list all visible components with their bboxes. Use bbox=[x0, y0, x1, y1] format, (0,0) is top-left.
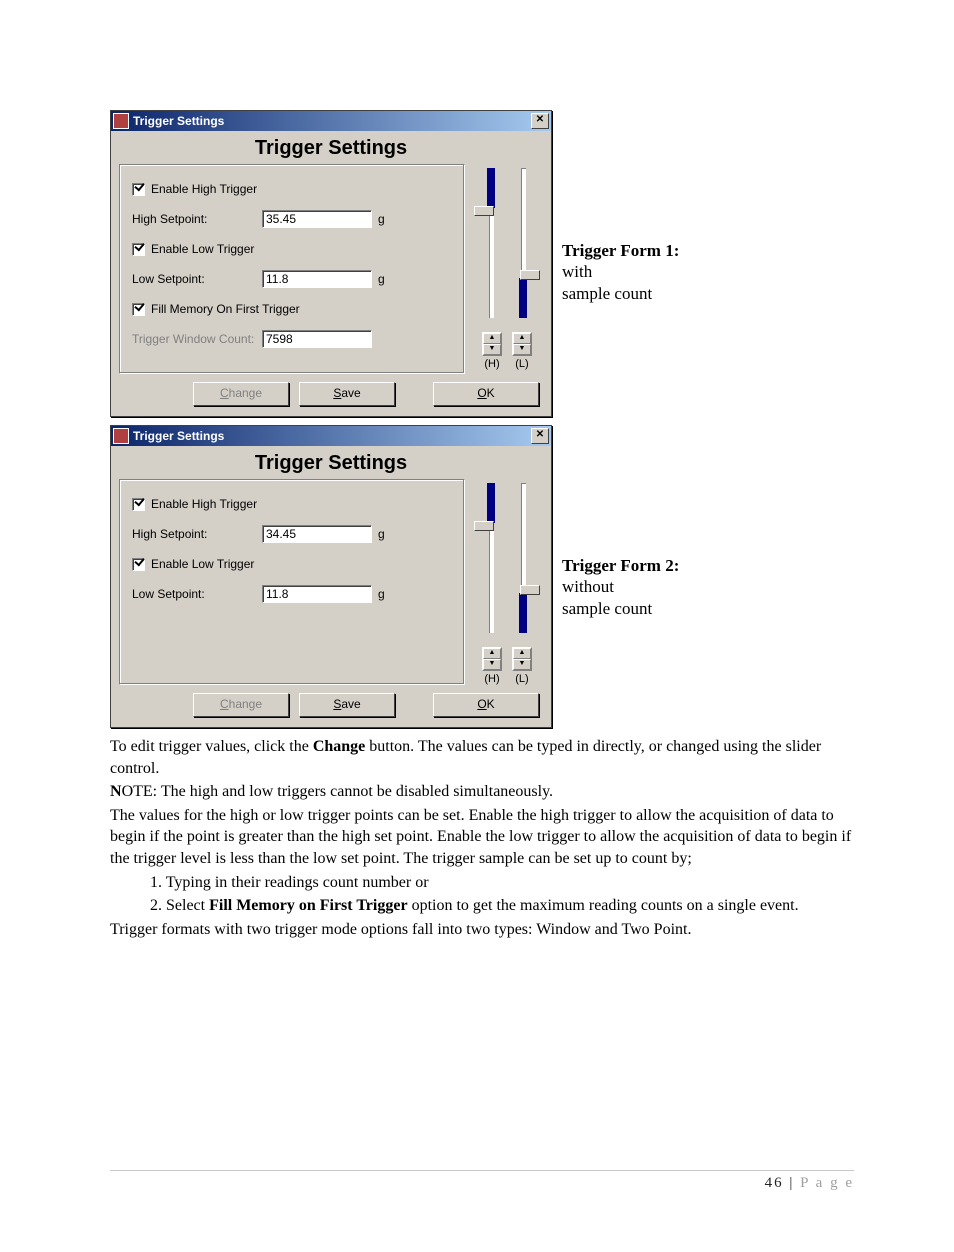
checkbox-icon bbox=[132, 498, 145, 511]
checkbox-icon bbox=[132, 558, 145, 571]
change-button[interactable]: Change bbox=[193, 693, 289, 717]
trigger-group: Enable High Trigger High Setpoint: g Ena… bbox=[119, 479, 465, 685]
spin-down-icon[interactable]: ▼ bbox=[483, 659, 501, 670]
close-button[interactable]: ✕ bbox=[531, 113, 549, 129]
slider-panel: ▲ ▼ ▲ ▼ (H) (L) bbox=[471, 164, 543, 374]
page-number: 46 | P a g e bbox=[110, 1175, 854, 1192]
enable-low-label: Enable Low Trigger bbox=[151, 242, 254, 256]
low-slider[interactable] bbox=[512, 483, 534, 633]
spin-down-icon[interactable]: ▼ bbox=[483, 344, 501, 355]
app-icon bbox=[113, 428, 129, 444]
low-setpoint-label: Low Setpoint: bbox=[132, 272, 262, 286]
spin-up-icon[interactable]: ▲ bbox=[513, 333, 531, 344]
trigger-settings-dialog-1: Trigger Settings ✕ Trigger Settings Enab… bbox=[110, 110, 552, 417]
slider-thumb-icon[interactable] bbox=[474, 206, 494, 216]
fill-memory-checkbox[interactable]: Fill Memory On First Trigger bbox=[132, 302, 300, 316]
unit-label: g bbox=[378, 527, 385, 541]
app-icon bbox=[113, 113, 129, 129]
high-spin[interactable]: ▲ ▼ bbox=[482, 332, 502, 356]
unit-label: g bbox=[378, 212, 385, 226]
enable-high-trigger-checkbox[interactable]: Enable High Trigger bbox=[132, 182, 257, 196]
high-setpoint-input[interactable] bbox=[262, 525, 372, 543]
spin-up-icon[interactable]: ▲ bbox=[483, 648, 501, 659]
save-button[interactable]: Save bbox=[299, 382, 395, 406]
footer-divider bbox=[110, 1170, 854, 1171]
enable-low-label: Enable Low Trigger bbox=[151, 557, 254, 571]
enable-high-trigger-checkbox[interactable]: Enable High Trigger bbox=[132, 497, 257, 511]
unit-label: g bbox=[378, 587, 385, 601]
spin-down-icon[interactable]: ▼ bbox=[513, 344, 531, 355]
trigger-group: Enable High Trigger High Setpoint: g Ena… bbox=[119, 164, 465, 374]
ok-button[interactable]: OK bbox=[433, 382, 539, 406]
high-setpoint-label: High Setpoint: bbox=[132, 212, 262, 226]
window-title: Trigger Settings bbox=[133, 429, 531, 443]
checkbox-icon bbox=[132, 303, 145, 316]
enable-low-trigger-checkbox[interactable]: Enable Low Trigger bbox=[132, 557, 254, 571]
trigger-settings-dialog-2: Trigger Settings ✕ Trigger Settings Enab… bbox=[110, 425, 552, 728]
low-spin[interactable]: ▲ ▼ bbox=[512, 647, 532, 671]
low-setpoint-input[interactable] bbox=[262, 270, 372, 288]
unit-label: g bbox=[378, 272, 385, 286]
spin-l-label: (L) bbox=[512, 358, 532, 370]
dialog-heading: Trigger Settings bbox=[111, 446, 551, 479]
dialog-heading: Trigger Settings bbox=[111, 131, 551, 164]
spin-h-label: (H) bbox=[482, 358, 502, 370]
fill-memory-label: Fill Memory On First Trigger bbox=[151, 302, 300, 316]
form1-caption: Trigger Form 1: with sample count bbox=[562, 240, 679, 304]
enable-high-label: Enable High Trigger bbox=[151, 497, 257, 511]
slider-panel: ▲ ▼ ▲ ▼ (H) (L) bbox=[471, 479, 543, 685]
checkbox-icon bbox=[132, 243, 145, 256]
slider-thumb-icon[interactable] bbox=[474, 521, 494, 531]
spin-up-icon[interactable]: ▲ bbox=[483, 333, 501, 344]
trigger-window-count-label: Trigger Window Count: bbox=[132, 332, 262, 346]
close-button[interactable]: ✕ bbox=[531, 428, 549, 444]
high-slider[interactable] bbox=[480, 483, 502, 633]
slider-thumb-icon[interactable] bbox=[520, 585, 540, 595]
high-setpoint-label: High Setpoint: bbox=[132, 527, 262, 541]
body-text: To edit trigger values, click the Change… bbox=[110, 736, 854, 940]
high-slider[interactable] bbox=[480, 168, 502, 318]
change-button[interactable]: Change bbox=[193, 382, 289, 406]
enable-high-label: Enable High Trigger bbox=[151, 182, 257, 196]
window-title: Trigger Settings bbox=[133, 114, 531, 128]
ok-button[interactable]: OK bbox=[433, 693, 539, 717]
spin-down-icon[interactable]: ▼ bbox=[513, 659, 531, 670]
low-setpoint-input[interactable] bbox=[262, 585, 372, 603]
high-setpoint-input[interactable] bbox=[262, 210, 372, 228]
high-spin[interactable]: ▲ ▼ bbox=[482, 647, 502, 671]
titlebar[interactable]: Trigger Settings ✕ bbox=[111, 111, 551, 131]
spin-l-label: (L) bbox=[512, 673, 532, 685]
checkbox-icon bbox=[132, 183, 145, 196]
low-setpoint-label: Low Setpoint: bbox=[132, 587, 262, 601]
save-button[interactable]: Save bbox=[299, 693, 395, 717]
spin-h-label: (H) bbox=[482, 673, 502, 685]
enable-low-trigger-checkbox[interactable]: Enable Low Trigger bbox=[132, 242, 254, 256]
spin-up-icon[interactable]: ▲ bbox=[513, 648, 531, 659]
slider-thumb-icon[interactable] bbox=[520, 270, 540, 280]
titlebar[interactable]: Trigger Settings ✕ bbox=[111, 426, 551, 446]
low-spin[interactable]: ▲ ▼ bbox=[512, 332, 532, 356]
low-slider[interactable] bbox=[512, 168, 534, 318]
form2-caption: Trigger Form 2: without sample count bbox=[562, 555, 679, 619]
trigger-window-count-input[interactable] bbox=[262, 330, 372, 348]
